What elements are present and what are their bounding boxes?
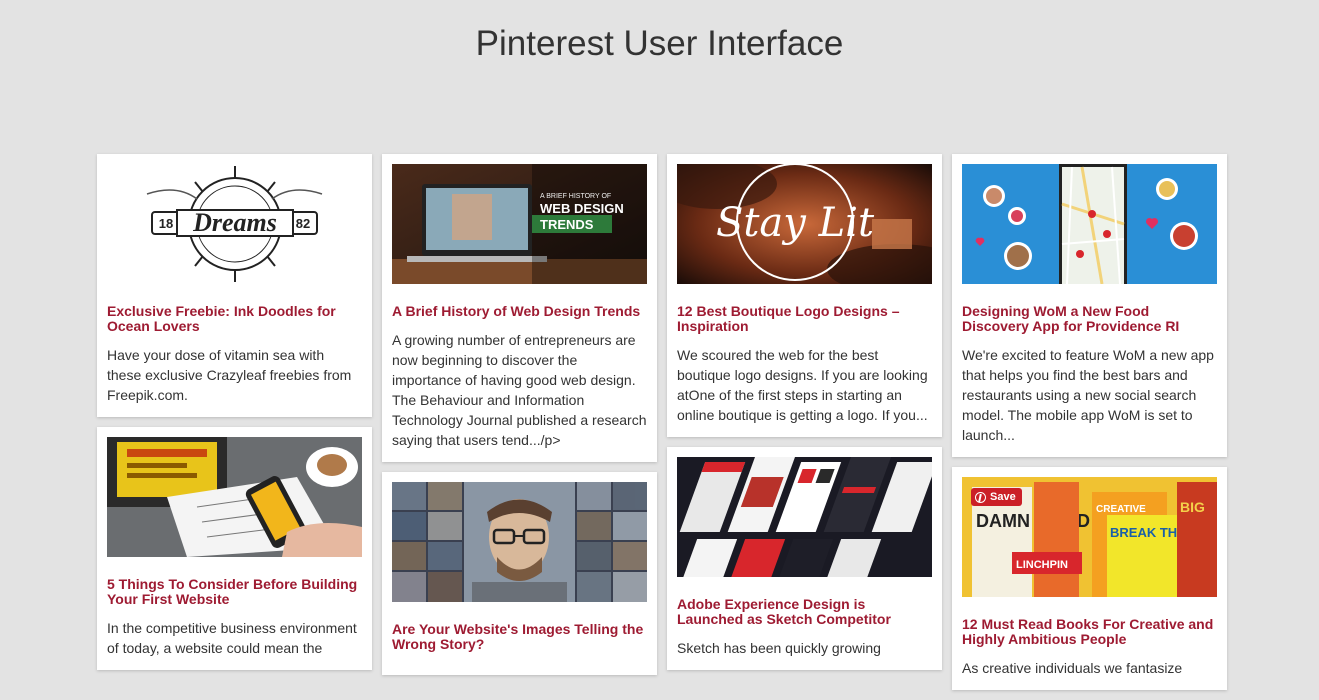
book-title-2: LINCHPIN [1016,559,1068,571]
pin-title[interactable]: Exclusive Freebie: Ink Doodles for Ocean… [107,304,362,334]
food-map-app-image[interactable] [962,164,1217,284]
logo-year-right: 82 [296,216,310,231]
pin-card[interactable]: Stay Lit 12 Best Boutique Logo Designs –… [667,154,942,437]
desk-wireframe-image[interactable] [107,437,362,557]
pin-title[interactable]: 12 Must Read Books For Creative and High… [962,617,1217,647]
pin-title[interactable]: Adobe Experience Design is Launched as S… [677,597,932,627]
image-kicker: A BRIEF HISTORY OF [540,193,611,200]
page-title: Pinterest User Interface [475,24,844,63]
pin-column-2: A BRIEF HISTORY OF WEB DESIGN TRENDS A B… [382,154,657,685]
pin-card[interactable]: 18 82 Dreams Exclusive Freebie: Ink Dood… [97,154,372,417]
pin-title[interactable]: 12 Best Boutique Logo Designs – Inspirat… [677,304,932,334]
pin-column-1: 18 82 Dreams Exclusive Freebie: Ink Dood… [97,154,372,680]
pin-card[interactable]: A BRIEF HISTORY OF WEB DESIGN TRENDS A B… [382,154,657,462]
save-label: Save [990,491,1016,503]
pin-description: Sketch has been quickly growing [677,640,881,656]
pin-description: A growing number of entrepreneurs are no… [392,332,647,448]
pin-column-3: Stay Lit 12 Best Boutique Logo Designs –… [667,154,942,680]
pin-title[interactable]: Designing WoM a New Food Discovery App f… [962,304,1217,334]
pin-column-4: Designing WoM a New Food Discovery App f… [952,154,1227,700]
pin-card[interactable]: DAMN GOOD ADVICE LINCHPIN CREATIVE BREAK… [952,467,1227,690]
pin-description: In the competitive business environment … [107,620,357,656]
stay-lit-image[interactable]: Stay Lit [677,164,932,284]
pin-title[interactable]: A Brief History of Web Design Trends [392,304,647,319]
pin-description: We scoured the web for the best boutique… [677,347,928,423]
pin-title[interactable]: Are Your Website's Images Telling the Wr… [392,622,647,652]
logo-year-left: 18 [159,216,173,231]
dreams-logo-image[interactable]: 18 82 Dreams [107,164,362,284]
book-title-4: CREATIVE [1096,504,1146,515]
web-design-trends-image[interactable]: A BRIEF HISTORY OF WEB DESIGN TRENDS [392,164,647,284]
pin-description: Have your dose of vitamin sea with these… [107,347,352,403]
pin-card[interactable]: Designing WoM a New Food Discovery App f… [952,154,1227,457]
image-headline-1: WEB DESIGN [540,201,624,216]
pinterest-icon [975,491,986,503]
pin-card[interactable]: Adobe Experience Design is Launched as S… [667,447,942,670]
pin-description: As creative individuals we fantasize [962,660,1183,676]
image-script: Stay Lit [716,200,875,246]
book-title-5: BIG [1180,499,1205,515]
pin-description: We're excited to feature WoM a new app t… [962,347,1214,443]
pin-title[interactable]: 5 Things To Consider Before Building You… [107,577,362,607]
image-headline-2: TRENDS [540,217,594,232]
pin-card[interactable]: Are Your Website's Images Telling the Wr… [382,472,657,675]
pin-card[interactable]: 5 Things To Consider Before Building You… [97,427,372,670]
photo-collage-image[interactable] [392,482,647,602]
logo-script: Dreams [192,208,277,237]
books-image[interactable]: DAMN GOOD ADVICE LINCHPIN CREATIVE BREAK… [962,477,1217,597]
save-button[interactable]: Save [971,488,1022,506]
app-screens-image[interactable] [677,457,932,577]
